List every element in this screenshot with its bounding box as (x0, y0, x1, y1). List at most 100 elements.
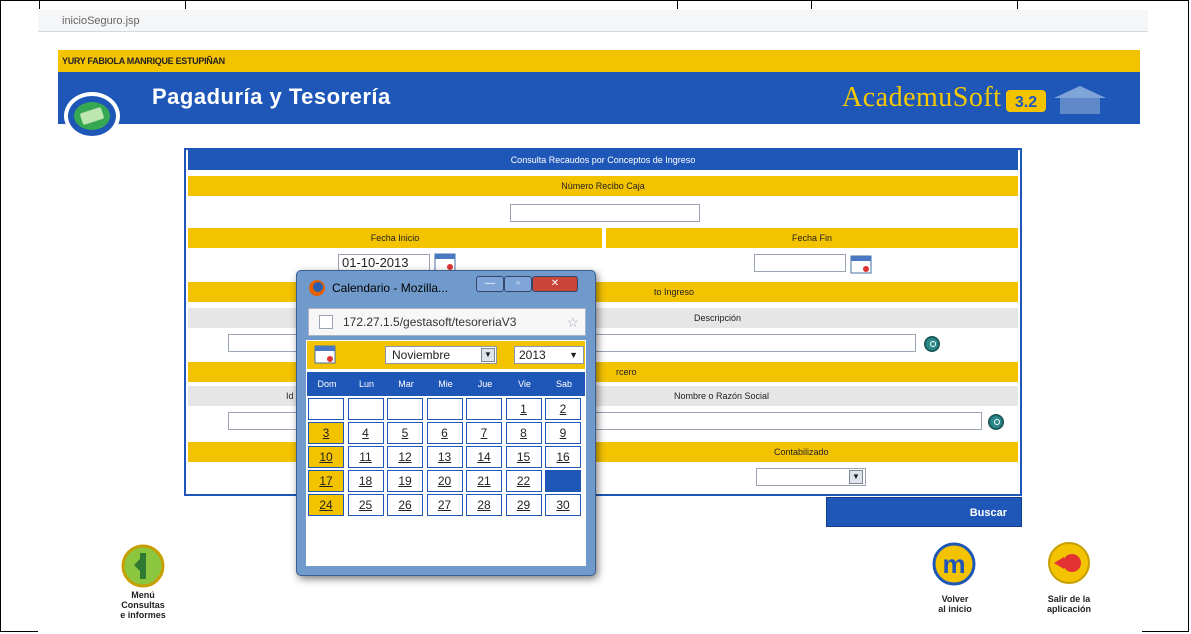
day-cell[interactable]: 25 (347, 494, 384, 516)
menu-consultas-label[interactable]: Menú Consultas e informes (96, 590, 190, 620)
day-cell[interactable]: 14 (466, 446, 502, 468)
day-cell[interactable]: 13 (426, 446, 463, 468)
weekday-header: Dom Lun Mar Mie Jue Vie Sab (307, 372, 585, 396)
day-cell[interactable]: 9 (545, 422, 581, 444)
url-text: inicioSeguro.jsp (62, 15, 140, 27)
volver-label-line: Volver (941, 594, 969, 604)
calendar-icon[interactable] (850, 254, 872, 274)
menu-label-line: e informes (120, 610, 166, 620)
chevron-down-icon[interactable]: ▼ (849, 470, 863, 484)
search-icon[interactable] (924, 336, 940, 352)
browser-address-bar[interactable]: inicioSeguro.jsp (38, 10, 1148, 32)
day-cell[interactable]: 4 (347, 422, 384, 444)
weekday-label: Mie (438, 379, 453, 389)
fecha-fin-input[interactable] (754, 254, 846, 272)
money-logo-icon (64, 92, 120, 140)
menu-label-line: Consultas (121, 600, 165, 610)
version-badge: 3.2 (1006, 86, 1106, 114)
frame-divider (39, 1, 40, 9)
day-cell[interactable]: 29 (505, 494, 542, 516)
maximize-button[interactable]: ▫ (504, 276, 532, 292)
day-cell[interactable]: 23 (545, 470, 581, 492)
exit-icon[interactable] (1046, 540, 1092, 586)
day-cell[interactable]: 22 (505, 470, 542, 492)
day-cell[interactable]: 28 (466, 494, 502, 516)
app-title: Pagaduría y Tesorería (152, 84, 391, 109)
day-cell[interactable]: 7 (466, 422, 502, 444)
calendar-icon[interactable] (434, 252, 456, 272)
day-grid: 1 2 3 4 5 6 7 8 9 10 11 12 13 14 15 16 17 18 19 20 21 22 23 24 2… (308, 398, 584, 518)
form-title: Consulta Recaudos por Conceptos de Ingre… (188, 150, 1018, 170)
home-icon[interactable]: m (932, 540, 976, 588)
weekday-label: Jue (477, 379, 493, 389)
day-cell[interactable]: 16 (545, 446, 581, 468)
buscar-button[interactable]: Buscar (826, 497, 1022, 527)
nombre-label: Nombre o Razón Social (674, 391, 770, 401)
day-cell[interactable]: 30 (545, 494, 581, 516)
day-cell[interactable]: 6 (426, 422, 463, 444)
chevron-down-icon[interactable]: ▼ (569, 347, 578, 363)
day-cell[interactable]: 3 (308, 422, 344, 444)
user-bar: YURY FABIOLA MANRIQUE ESTUPIÑAN (58, 50, 1140, 72)
weekday-label: Lun (358, 379, 375, 389)
frame-divider (1017, 1, 1018, 9)
svg-text:m: m (942, 549, 965, 579)
fecha-fin-label: Fecha Fin (606, 228, 1018, 248)
contabilizado-select[interactable]: ▼ (756, 468, 866, 486)
fecha-inicio-label: Fecha Inicio (188, 228, 602, 248)
brand-name: AcademuSoft (842, 82, 1002, 113)
empty-day-cell (466, 398, 502, 420)
day-cell[interactable]: 17 (308, 470, 344, 492)
menu-consultas-icon[interactable] (120, 543, 166, 589)
day-cell[interactable]: 27 (426, 494, 463, 516)
page-icon (319, 315, 333, 329)
salir-label-line: Salir de la (1047, 594, 1091, 604)
chevron-down-icon[interactable]: ▼ (481, 348, 495, 362)
day-cell[interactable]: 20 (426, 470, 463, 492)
day-cell[interactable]: 19 (387, 470, 423, 492)
recibo-input[interactable] (510, 204, 700, 222)
search-icon[interactable] (988, 414, 1004, 430)
id-label: Id (286, 391, 294, 401)
day-cell[interactable]: 21 (466, 470, 502, 492)
year-select[interactable]: 2013 ▼ (514, 346, 584, 364)
day-cell[interactable]: 26 (387, 494, 423, 516)
day-cell[interactable]: 1 (505, 398, 542, 420)
salir-label-line: aplicación (1046, 604, 1091, 614)
frame-divider (677, 1, 678, 9)
popup-title: Calendario - Mozilla... (332, 281, 449, 295)
popup-url: 172.27.1.5/gestasoft/tesoreriaV3 (343, 315, 517, 329)
day-cell[interactable]: 10 (308, 446, 344, 468)
weekday-label: Mar (398, 379, 414, 389)
day-cell[interactable]: 5 (387, 422, 423, 444)
salir-label[interactable]: Salir de la aplicación (1024, 594, 1114, 614)
close-button[interactable]: ✕ (532, 276, 578, 292)
minimize-button[interactable]: — (476, 276, 504, 292)
version-text: 3.2 (1015, 94, 1037, 111)
year-value: 2013 (519, 348, 546, 362)
menu-label-line: Menú (131, 590, 155, 600)
day-cell[interactable]: 8 (505, 422, 542, 444)
firefox-icon (309, 280, 325, 296)
day-cell[interactable]: 2 (545, 398, 581, 420)
empty-day-cell (308, 398, 344, 420)
recibo-label: Número Recibo Caja (188, 176, 1018, 196)
day-cell[interactable]: 15 (505, 446, 542, 468)
volver-label-line: al inicio (938, 604, 972, 614)
day-cell[interactable]: 11 (347, 446, 384, 468)
empty-day-cell (426, 398, 463, 420)
popup-address-bar[interactable]: 172.27.1.5/gestasoft/tesoreriaV3 ☆ (308, 308, 586, 336)
empty-day-cell (347, 398, 384, 420)
user-name: YURY FABIOLA MANRIQUE ESTUPIÑAN (62, 56, 225, 66)
month-select[interactable]: Noviembre ▼ (385, 346, 497, 364)
frame-divider (811, 1, 812, 9)
day-cell[interactable]: 18 (347, 470, 384, 492)
star-icon[interactable]: ☆ (566, 309, 579, 335)
weekday-label: Sab (555, 379, 572, 389)
volver-label[interactable]: Volver al inicio (910, 594, 1000, 614)
weekday-label: Vie (518, 379, 531, 389)
day-cell[interactable]: 24 (308, 494, 344, 516)
frame-divider (185, 1, 186, 9)
calendar-icon (314, 345, 336, 364)
day-cell[interactable]: 12 (387, 446, 423, 468)
